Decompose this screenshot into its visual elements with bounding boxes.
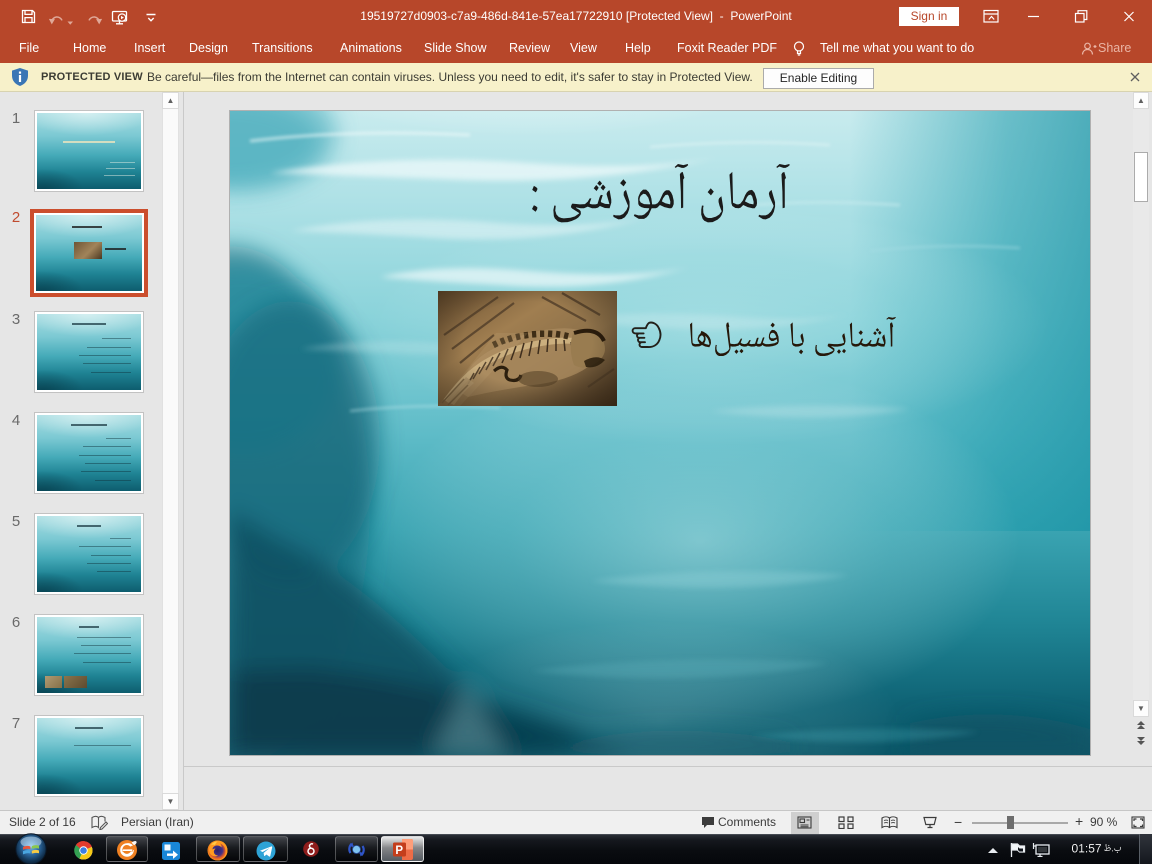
- svg-text:P: P: [395, 845, 403, 857]
